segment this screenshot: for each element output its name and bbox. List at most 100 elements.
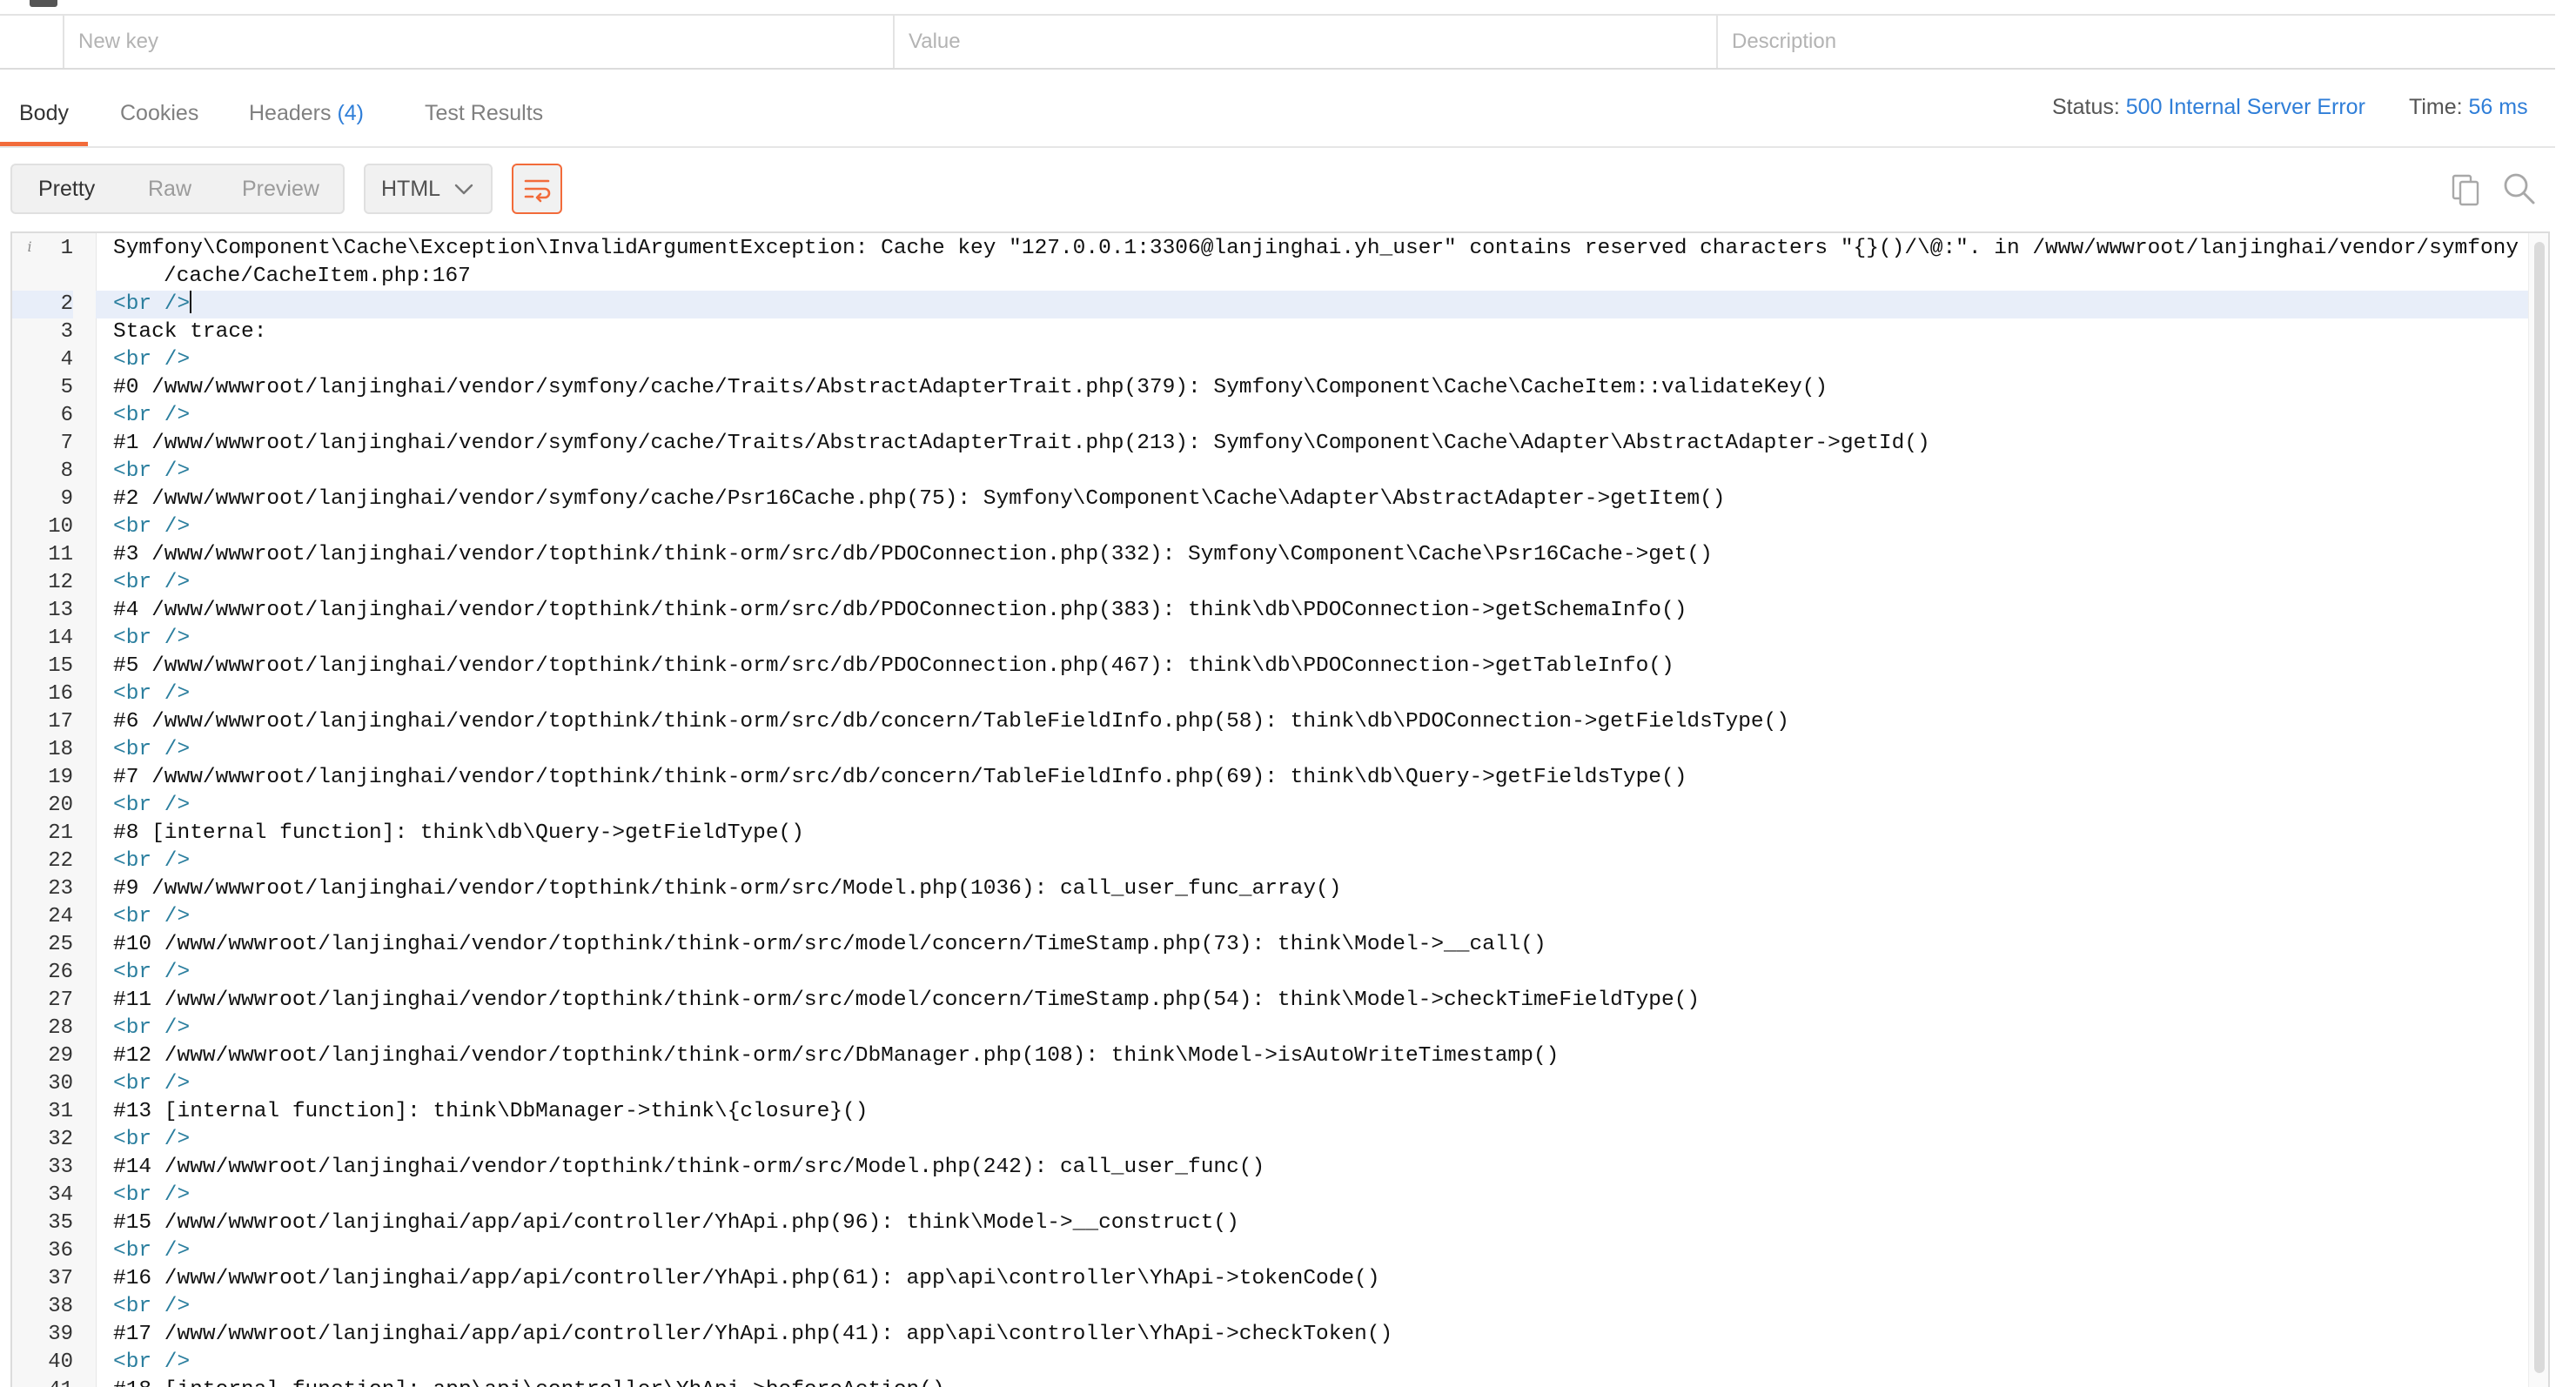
code-line[interactable]: 26 <br />: [12, 959, 2548, 987]
code-line[interactable]: 15 #5 /www/wwwroot/lanjinghai/vendor/topt…: [12, 653, 2548, 680]
line-text[interactable]: <br />: [96, 1126, 2529, 1154]
code-line[interactable]: 35 #15 /www/wwwroot/lanjinghai/app/api/co…: [12, 1209, 2548, 1237]
line-text[interactable]: #6 /www/wwwroot/lanjinghai/vendor/topthi…: [96, 708, 2529, 736]
code-line[interactable]: 31 #13 [internal function]: think\DbManag…: [12, 1098, 2548, 1126]
code-line[interactable]: 41 #18 [internal function]: app\api\contr…: [12, 1377, 2548, 1387]
code-line[interactable]: 21 #8 [internal function]: think\db\Query…: [12, 820, 2548, 848]
status-value[interactable]: 500 Internal Server Error: [2126, 95, 2365, 119]
code-line[interactable]: 33 #14 /www/wwwroot/lanjinghai/vendor/top…: [12, 1154, 2548, 1182]
code-line[interactable]: 10 <br />: [12, 513, 2548, 541]
time-value[interactable]: 56 ms: [2469, 95, 2528, 119]
code-line[interactable]: 29 #12 /www/wwwroot/lanjinghai/vendor/top…: [12, 1042, 2548, 1070]
code-line[interactable]: 38 <br />: [12, 1293, 2548, 1321]
line-text[interactable]: <br />: [96, 792, 2529, 820]
code-line[interactable]: 18 <br />: [12, 736, 2548, 764]
line-text[interactable]: <br />: [96, 513, 2529, 541]
code-line[interactable]: 39 #17 /www/wwwroot/lanjinghai/app/api/co…: [12, 1321, 2548, 1349]
response-body-editor[interactable]: i 1 Symfony\Component\Cache\Exception\Inv…: [10, 231, 2550, 1387]
line-text[interactable]: Stack trace:: [96, 318, 2529, 346]
line-text[interactable]: <br />: [96, 1015, 2529, 1042]
line-text[interactable]: #15 /www/wwwroot/lanjinghai/app/api/cont…: [96, 1209, 2529, 1237]
line-text[interactable]: #0 /www/wwwroot/lanjinghai/vendor/symfon…: [96, 374, 2529, 402]
tab-body[interactable]: Body: [0, 68, 88, 146]
line-text[interactable]: Symfony\Component\Cache\Exception\Invali…: [96, 235, 2529, 291]
code-line[interactable]: 19 #7 /www/wwwroot/lanjinghai/vendor/topt…: [12, 764, 2548, 792]
preview-button[interactable]: Preview: [242, 165, 319, 212]
code-line[interactable]: 37 #16 /www/wwwroot/lanjinghai/app/api/co…: [12, 1265, 2548, 1293]
line-text[interactable]: <br />: [96, 1237, 2529, 1265]
scrollbar-thumb[interactable]: [2534, 242, 2545, 1373]
raw-button[interactable]: Raw: [148, 165, 191, 212]
code-line[interactable]: 34 <br />: [12, 1182, 2548, 1209]
line-text[interactable]: <br />: [96, 1182, 2529, 1209]
line-text[interactable]: #9 /www/wwwroot/lanjinghai/vendor/topthi…: [96, 875, 2529, 903]
line-text[interactable]: <br />: [96, 402, 2529, 430]
code-line[interactable]: 30 <br />: [12, 1070, 2548, 1098]
line-text[interactable]: <br />: [96, 903, 2529, 931]
line-text[interactable]: <br />: [96, 346, 2529, 374]
value-field[interactable]: Value: [893, 16, 1716, 68]
line-text[interactable]: #16 /www/wwwroot/lanjinghai/app/api/cont…: [96, 1265, 2529, 1293]
line-text[interactable]: <br />: [96, 1070, 2529, 1098]
line-text[interactable]: <br />: [96, 736, 2529, 764]
line-text[interactable]: #2 /www/wwwroot/lanjinghai/vendor/symfon…: [96, 486, 2529, 513]
line-text[interactable]: #8 [internal function]: think\db\Query->…: [96, 820, 2529, 848]
code-line[interactable]: 23 #9 /www/wwwroot/lanjinghai/vendor/topt…: [12, 875, 2548, 903]
line-text[interactable]: #13 [internal function]: think\DbManager…: [96, 1098, 2529, 1126]
code-line[interactable]: 11 #3 /www/wwwroot/lanjinghai/vendor/topt…: [12, 541, 2548, 569]
description-field[interactable]: Description: [1716, 16, 2555, 68]
code-line[interactable]: 4 <br />: [12, 346, 2548, 374]
code-line[interactable]: 3 Stack trace:: [12, 318, 2548, 346]
code-line[interactable]: 16 <br />: [12, 680, 2548, 708]
line-text[interactable]: #7 /www/wwwroot/lanjinghai/vendor/topthi…: [96, 764, 2529, 792]
vertical-scrollbar[interactable]: [2528, 233, 2548, 1387]
code-line[interactable]: 28 <br />: [12, 1015, 2548, 1042]
line-text[interactable]: #1 /www/wwwroot/lanjinghai/vendor/symfon…: [96, 430, 2529, 458]
format-select[interactable]: HTML: [364, 164, 493, 214]
line-text[interactable]: #3 /www/wwwroot/lanjinghai/vendor/topthi…: [96, 541, 2529, 569]
code-line[interactable]: 7 #1 /www/wwwroot/lanjinghai/vendor/symfo…: [12, 430, 2548, 458]
line-text[interactable]: #18 [internal function]: app\api\control…: [96, 1377, 2529, 1387]
code-line[interactable]: 25 #10 /www/wwwroot/lanjinghai/vendor/top…: [12, 931, 2548, 959]
line-text[interactable]: #12 /www/wwwroot/lanjinghai/vendor/topth…: [96, 1042, 2529, 1070]
tab-cookies[interactable]: Cookies: [120, 68, 198, 146]
line-text[interactable]: #5 /www/wwwroot/lanjinghai/vendor/topthi…: [96, 653, 2529, 680]
code-line[interactable]: 13 #4 /www/wwwroot/lanjinghai/vendor/topt…: [12, 597, 2548, 625]
code-line[interactable]: 5 #0 /www/wwwroot/lanjinghai/vendor/symfo…: [12, 374, 2548, 402]
code-line[interactable]: 8 <br />: [12, 458, 2548, 486]
code-line[interactable]: 24 <br />: [12, 903, 2548, 931]
wrap-lines-button[interactable]: [512, 164, 562, 214]
code-line[interactable]: 36 <br />: [12, 1237, 2548, 1265]
tab-headers[interactable]: Headers (4): [249, 68, 364, 146]
line-text[interactable]: #10 /www/wwwroot/lanjinghai/vendor/topth…: [96, 931, 2529, 959]
pretty-button[interactable]: Pretty: [38, 165, 95, 212]
code-line[interactable]: 27 #11 /www/wwwroot/lanjinghai/vendor/top…: [12, 987, 2548, 1015]
code-line[interactable]: 14 <br />: [12, 625, 2548, 653]
line-text[interactable]: #4 /www/wwwroot/lanjinghai/vendor/topthi…: [96, 597, 2529, 625]
code-line[interactable]: 12 <br />: [12, 569, 2548, 597]
line-text[interactable]: #11 /www/wwwroot/lanjinghai/vendor/topth…: [96, 987, 2529, 1015]
code-line[interactable]: 20 <br />: [12, 792, 2548, 820]
code-line[interactable]: 2 <br />: [12, 291, 2548, 318]
copy-icon[interactable]: [2449, 172, 2484, 207]
line-text[interactable]: #14 /www/wwwroot/lanjinghai/vendor/topth…: [96, 1154, 2529, 1182]
line-text[interactable]: <br />: [96, 625, 2529, 653]
code-line[interactable]: 6 <br />: [12, 402, 2548, 430]
line-text[interactable]: <br />: [96, 959, 2529, 987]
line-text[interactable]: <br />: [96, 291, 2529, 318]
line-text[interactable]: <br />: [96, 848, 2529, 875]
line-text[interactable]: <br />: [96, 1349, 2529, 1377]
line-text[interactable]: <br />: [96, 680, 2529, 708]
code-line[interactable]: 40 <br />: [12, 1349, 2548, 1377]
drag-handle[interactable]: [30, 0, 57, 7]
line-text[interactable]: <br />: [96, 569, 2529, 597]
line-text[interactable]: #17 /www/wwwroot/lanjinghai/app/api/cont…: [96, 1321, 2529, 1349]
tab-test-results[interactable]: Test Results: [425, 68, 543, 146]
code-line[interactable]: 1 Symfony\Component\Cache\Exception\Inval…: [12, 235, 2548, 291]
code-line[interactable]: 22 <br />: [12, 848, 2548, 875]
code-line[interactable]: 17 #6 /www/wwwroot/lanjinghai/vendor/topt…: [12, 708, 2548, 736]
code-line[interactable]: 32 <br />: [12, 1126, 2548, 1154]
new-key-field[interactable]: New key: [63, 16, 893, 68]
line-text[interactable]: <br />: [96, 1293, 2529, 1321]
line-text[interactable]: <br />: [96, 458, 2529, 486]
